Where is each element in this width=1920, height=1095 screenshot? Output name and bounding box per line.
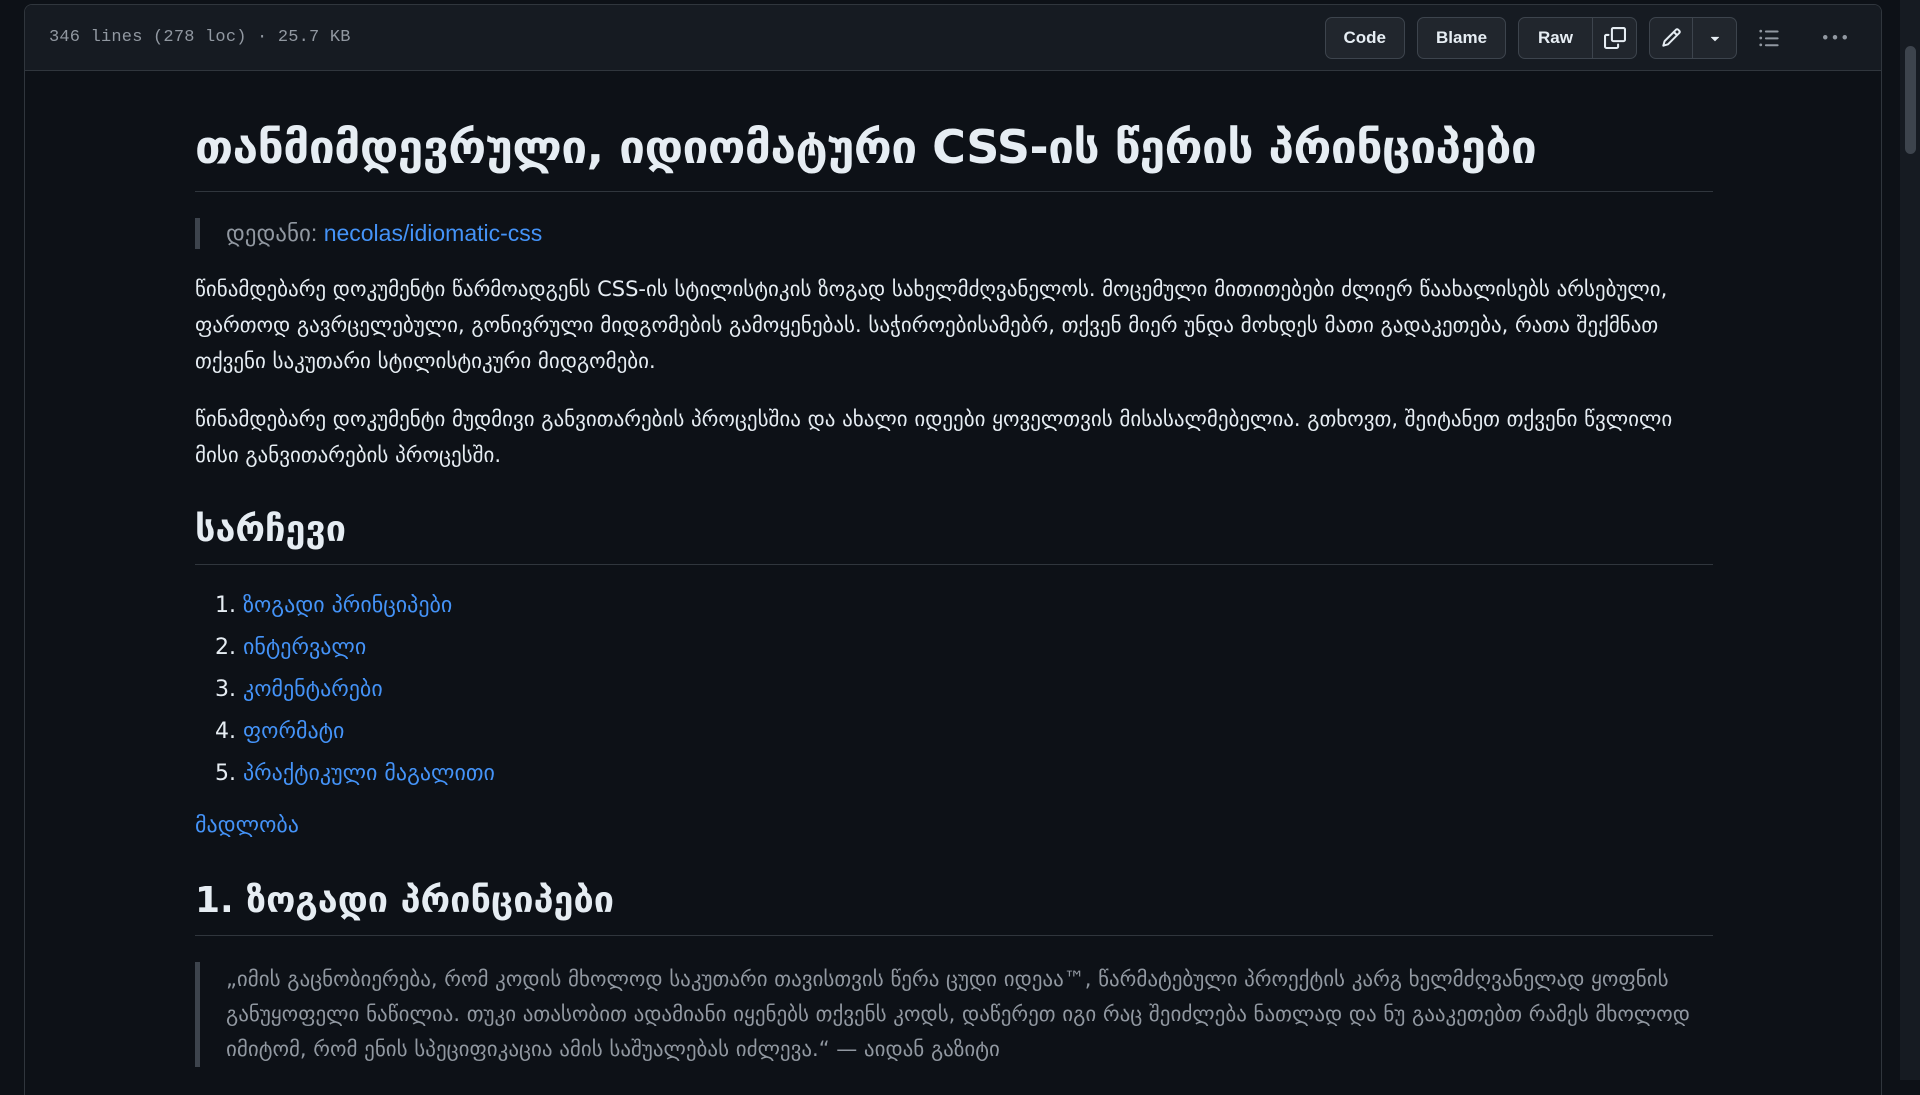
toc-item-number: 3. bbox=[215, 677, 236, 703]
toc-item: 4. ფორმატი bbox=[215, 711, 1713, 753]
toc-heading: სარჩევი bbox=[195, 507, 1713, 566]
toc-list: 1. ზოგადი პრინციპები 2. ინტერვალი 3. კომენტ… bbox=[195, 585, 1713, 795]
file-header: 346 lines (278 loc) · 25.7 KB Code Blame… bbox=[25, 5, 1881, 71]
file-toolbar: Code Blame Raw bbox=[1324, 5, 1882, 70]
file-viewer: 346 lines (278 loc) · 25.7 KB Code Blame… bbox=[24, 4, 1882, 1095]
toc-item-number: 1. bbox=[215, 593, 236, 619]
blame-button[interactable]: Blame bbox=[1417, 16, 1507, 59]
toc-item-number: 5. bbox=[215, 761, 236, 787]
source-prefix: დედანი: bbox=[226, 220, 324, 247]
source-blockquote: დედანი: necolas/idiomatic-css bbox=[195, 218, 1713, 250]
markdown-body: თანმიმდევრული, იდიომატური CSS-ის წერის პ… bbox=[195, 72, 1713, 1068]
toc-item: 5. პრაქტიკული მაგალითი bbox=[215, 753, 1713, 795]
pencil-icon bbox=[1661, 28, 1681, 47]
edit-group bbox=[1649, 16, 1737, 59]
toc-link-format[interactable]: ფორმატი bbox=[243, 719, 344, 744]
thanks-link[interactable]: მადლობა bbox=[195, 813, 299, 838]
copy-icon bbox=[1603, 26, 1626, 49]
triangle-down-icon bbox=[1710, 36, 1719, 41]
toc-link-general-principles[interactable]: ზოგადი პრინციპები bbox=[243, 593, 452, 618]
file-meta: 346 lines (278 loc) · 25.7 KB bbox=[49, 28, 351, 47]
list-unordered-icon bbox=[1759, 29, 1779, 46]
toc-item: 3. კომენტარები bbox=[215, 669, 1713, 711]
intro-paragraph-1: წინამდებარე დოკუმენტი წარმოადგენს CSS-ის… bbox=[195, 277, 1668, 374]
toc-item-number: 4. bbox=[215, 719, 236, 745]
outline-button[interactable] bbox=[1747, 17, 1791, 59]
copy-raw-button[interactable] bbox=[1593, 16, 1637, 59]
toc-link-whitespace[interactable]: ინტერვალი bbox=[243, 635, 366, 660]
section-1-blockquote: „იმის გაცნობიერება, რომ კოდის მხოლოდ საკ… bbox=[195, 962, 1713, 1068]
intro-paragraph-2: წინამდებარე დოკუმენტი მუდმივი განვითარებ… bbox=[195, 407, 1673, 468]
toc-item: 2. ინტერვალი bbox=[215, 627, 1713, 669]
page-scrollbar[interactable] bbox=[1900, 0, 1920, 1080]
edit-button[interactable] bbox=[1649, 16, 1693, 59]
section-1-heading: 1. ზოგადი პრინციპები bbox=[195, 878, 1713, 937]
raw-button[interactable]: Raw bbox=[1518, 16, 1593, 59]
thanks-line: მადლობა bbox=[195, 813, 1713, 838]
more-options-button[interactable] bbox=[1813, 17, 1857, 59]
edit-dropdown-button[interactable] bbox=[1693, 16, 1737, 59]
toc-item-number: 2. bbox=[215, 635, 236, 661]
section-1-quote: „იმის გაცნობიერება, რომ კოდის მხოლოდ საკ… bbox=[226, 967, 1690, 1062]
toc-item: 1. ზოგადი პრინციპები bbox=[215, 585, 1713, 627]
document-title: თანმიმდევრული, იდიომატური CSS-ის წერის პ… bbox=[195, 120, 1713, 193]
toc-link-practical-example[interactable]: პრაქტიკული მაგალითი bbox=[243, 761, 495, 786]
source-link[interactable]: necolas/idiomatic-css bbox=[324, 220, 543, 246]
scrollbar-thumb[interactable] bbox=[1905, 46, 1916, 154]
code-button[interactable]: Code bbox=[1324, 16, 1405, 59]
raw-copy-group: Raw bbox=[1518, 16, 1637, 59]
kebab-horizontal-icon bbox=[1823, 34, 1847, 39]
toc-link-comments[interactable]: კომენტარები bbox=[243, 677, 383, 702]
